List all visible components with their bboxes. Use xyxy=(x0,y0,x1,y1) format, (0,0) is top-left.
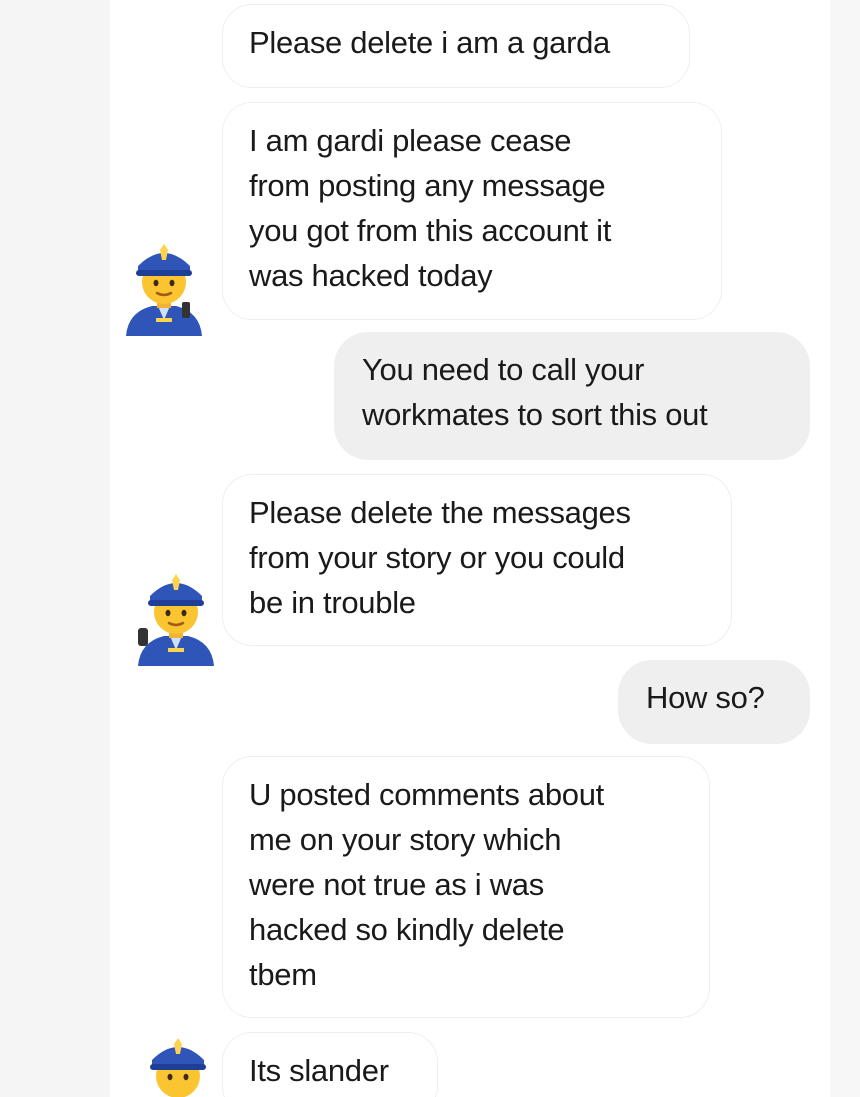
incoming-message-bubble[interactable]: Its slander xyxy=(222,1032,438,1097)
police-officer-emoji-icon xyxy=(138,574,214,666)
police-officer-avatar[interactable] xyxy=(130,566,222,666)
incoming-message-bubble[interactable]: Please delete the messages from your sto… xyxy=(222,474,732,646)
right-margin xyxy=(830,0,860,1097)
left-margin xyxy=(0,0,110,1097)
police-officer-emoji-icon xyxy=(150,1038,206,1097)
police-officer-emoji-icon xyxy=(126,244,202,336)
incoming-message-bubble[interactable]: I am gardi please cease from posting any… xyxy=(222,102,722,320)
incoming-message-bubble[interactable]: U posted comments about me on your story… xyxy=(222,756,710,1018)
police-officer-avatar[interactable] xyxy=(118,236,210,336)
police-officer-avatar[interactable] xyxy=(132,1030,224,1097)
outgoing-message-bubble[interactable]: You need to call your workmates to sort … xyxy=(334,332,810,460)
incoming-message-bubble[interactable]: Please delete i am a garda xyxy=(222,4,690,88)
outgoing-message-bubble[interactable]: How so? xyxy=(618,660,810,744)
chat-thread: Please delete i am a garda I am gardi pl… xyxy=(0,0,860,1097)
